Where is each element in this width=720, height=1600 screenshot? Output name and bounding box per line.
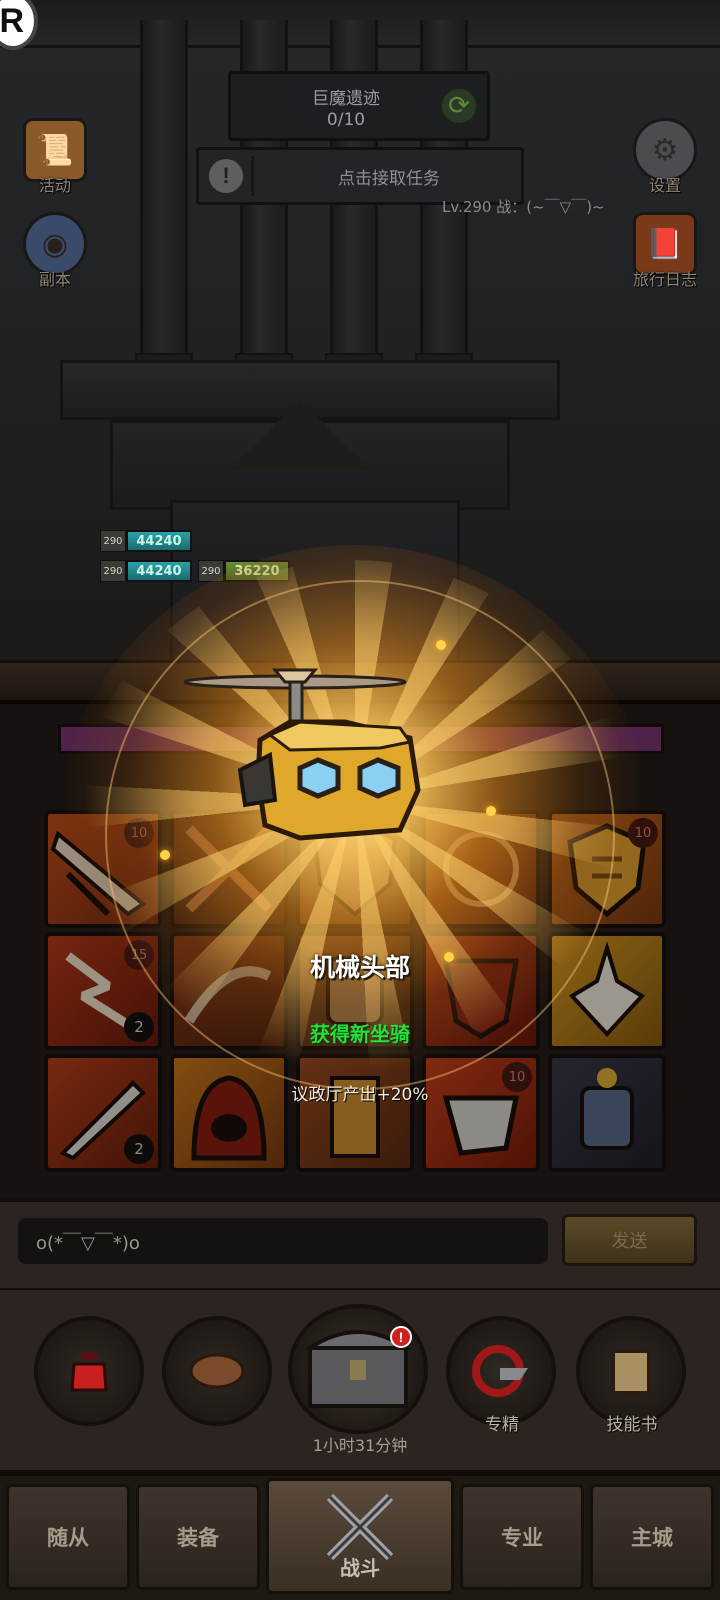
alert-badge: ! bbox=[390, 1326, 412, 1348]
chest-button[interactable] bbox=[288, 1304, 428, 1434]
bread-button[interactable] bbox=[162, 1316, 272, 1426]
item-count-badge: 2 bbox=[124, 1134, 154, 1164]
pillar bbox=[135, 20, 193, 371]
hp-value: 44240 bbox=[126, 560, 192, 582]
hp-value: 44240 bbox=[126, 530, 192, 552]
quest-tracker[interactable]: 巨魔遗迹 0/10 ⟳ bbox=[228, 71, 490, 141]
tab-followers[interactable]: 随从 bbox=[6, 1484, 130, 1590]
specialty-label: 专精 bbox=[485, 1415, 519, 1435]
activity-button[interactable]: 📜 活动 bbox=[10, 118, 100, 196]
divider bbox=[251, 156, 254, 196]
settings-label: 设置 bbox=[648, 176, 681, 195]
hp-bar: 290 44240 bbox=[100, 530, 192, 552]
travel-log-button[interactable]: 📕 旅行日志 bbox=[620, 212, 710, 290]
hp-bar: 290 44240 bbox=[100, 560, 192, 582]
inventory-slot[interactable] bbox=[548, 1054, 666, 1172]
send-button[interactable]: 发送 bbox=[562, 1214, 697, 1266]
skillbook-label: 技能书 bbox=[606, 1415, 658, 1435]
tab-profession[interactable]: 专业 bbox=[460, 1484, 584, 1590]
knight-icon bbox=[580, 1068, 634, 1150]
copter-robot-head-icon bbox=[183, 668, 421, 841]
hp-level: 290 bbox=[100, 530, 126, 552]
dungeon-label: 副本 bbox=[38, 270, 71, 289]
reward-status: 获得新坐骑 bbox=[310, 1022, 410, 1046]
reward-bonus: 议政厅产出+20% bbox=[291, 1085, 429, 1105]
reward-name: 机械头部 bbox=[309, 953, 410, 982]
inventory-slot[interactable]: 2 bbox=[44, 1054, 162, 1172]
exclamation-icon: ! bbox=[209, 159, 243, 193]
quest-count: 0/10 bbox=[326, 110, 366, 130]
chat-input[interactable]: o(*￣▽￣*)o bbox=[18, 1218, 548, 1264]
tab-main-city[interactable]: 主城 bbox=[590, 1484, 714, 1590]
chest-timer: 1小时31分钟 bbox=[312, 1436, 408, 1455]
potion-button[interactable] bbox=[34, 1316, 144, 1426]
settings-button[interactable]: ⚙ 设置 bbox=[620, 118, 710, 196]
spark bbox=[486, 806, 496, 816]
spark bbox=[436, 640, 446, 650]
refresh-icon[interactable]: ⟳ bbox=[439, 86, 479, 126]
travel-log-label: 旅行日志 bbox=[632, 270, 697, 289]
potion-icon bbox=[70, 1352, 108, 1392]
skill-book-icon bbox=[611, 1349, 651, 1395]
task-prompt: 点击接取任务 bbox=[338, 169, 440, 189]
tab-battle-label: 战斗 bbox=[340, 1556, 380, 1580]
activity-label: 活动 bbox=[38, 176, 71, 195]
hp-level: 290 bbox=[100, 560, 126, 582]
tab-equipment[interactable]: 装备 bbox=[136, 1484, 260, 1590]
dungeon-button[interactable]: ◉ 副本 bbox=[10, 212, 100, 290]
bread-icon bbox=[189, 1353, 245, 1389]
quest-title: 巨魔遗迹 bbox=[312, 89, 380, 109]
level-text: Lv.290 战：(~￣▽￣)~ bbox=[442, 198, 605, 216]
target-icon bbox=[472, 1345, 528, 1397]
tab-battle[interactable]: 战斗 bbox=[266, 1478, 454, 1594]
temple-pediment bbox=[230, 400, 370, 470]
spark bbox=[160, 850, 170, 860]
